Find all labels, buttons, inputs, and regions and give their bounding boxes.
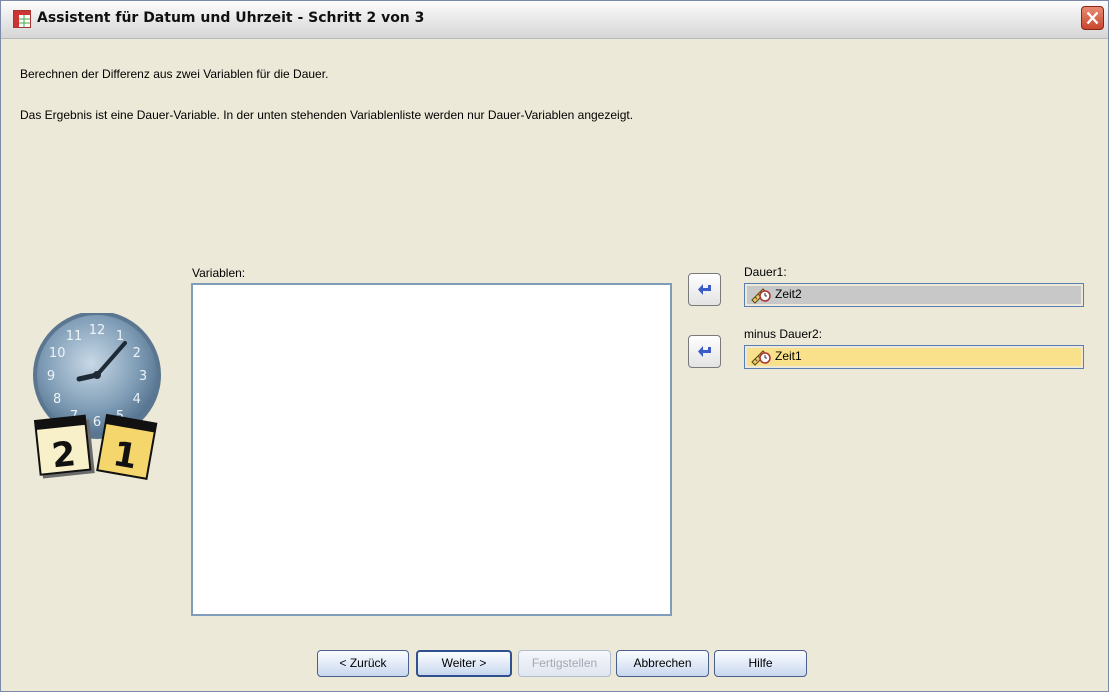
variables-listbox[interactable] [191, 283, 672, 616]
clock-numeral: 1 [116, 329, 124, 344]
clock-numeral: 11 [66, 329, 83, 344]
duration-variable-icon [751, 288, 771, 304]
clock-numeral: 2 [133, 346, 141, 361]
instruction-text-2: Das Ergebnis ist eine Dauer-Variable. In… [20, 108, 634, 122]
close-icon [1086, 11, 1099, 25]
clock-numeral: 10 [49, 346, 66, 361]
close-button[interactable] [1081, 6, 1104, 30]
clock-calendar-icon: 121234567891011 2 1 [33, 313, 161, 480]
clock-numeral: 9 [47, 369, 55, 384]
window-title: Assistent für Datum und Uhrzeit - Schrit… [37, 10, 425, 26]
calendar-page-left: 2 [50, 434, 78, 476]
move-left-arrow-icon [698, 284, 711, 295]
variables-label: Variablen: [192, 266, 246, 280]
clock-numeral: 4 [133, 392, 141, 407]
dialog-window: Assistent für Datum und Uhrzeit - Schrit… [0, 0, 1109, 692]
move-dauer2-button[interactable] [688, 335, 721, 368]
dauer2-field[interactable]: Zeit1 [744, 345, 1084, 369]
help-button[interactable]: Hilfe [714, 650, 807, 677]
dauer1-field[interactable]: Zeit2 [744, 283, 1084, 307]
cancel-button[interactable]: Abbrechen [616, 650, 709, 677]
clock-numeral: 3 [139, 369, 147, 384]
clock-numeral: 12 [89, 323, 106, 338]
dauer1-label: Dauer1: [744, 265, 787, 279]
dauer2-label: minus Dauer2: [744, 327, 823, 341]
clock-numeral: 6 [93, 415, 101, 430]
dauer2-value: Zeit1 [775, 349, 802, 363]
dauer1-value: Zeit2 [775, 287, 802, 301]
move-left-arrow-icon [698, 346, 711, 357]
clock-numeral: 8 [53, 392, 61, 407]
title-bar[interactable]: Assistent für Datum und Uhrzeit - Schrit… [1, 1, 1108, 39]
duration-variable-icon [751, 350, 771, 366]
next-button[interactable]: Weiter > [416, 650, 512, 677]
app-grid-icon [13, 10, 31, 28]
move-dauer1-button[interactable] [688, 273, 721, 306]
instruction-text-1: Berechnen der Differenz aus zwei Variabl… [20, 67, 329, 81]
back-button[interactable]: < Zurück [317, 650, 409, 677]
finish-button[interactable]: Fertigstellen [518, 650, 611, 677]
